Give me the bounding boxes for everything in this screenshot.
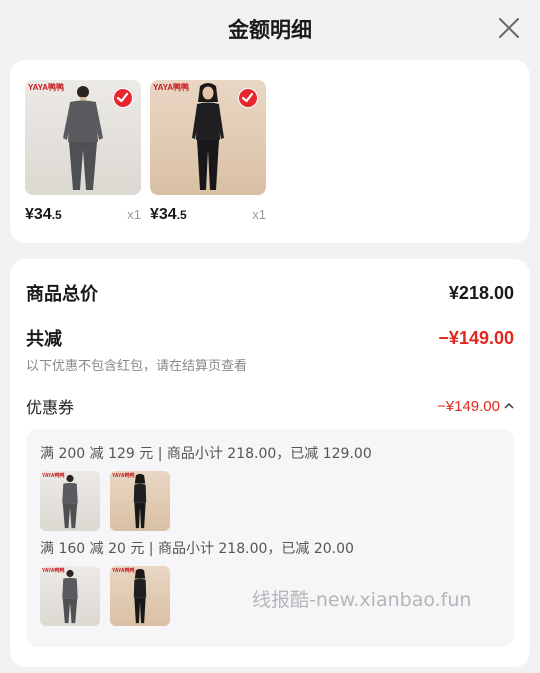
reduce-value: −¥149.00 [438, 327, 514, 348]
page-title: 金额明细 [228, 18, 312, 42]
total-label: 商品总价 [26, 284, 98, 305]
product-quantity: x1 [127, 207, 141, 222]
products-card: YAYA鸭鸭 ¥34.5 x1 YAYA鸭鸭 ¥34.5 x1 [10, 60, 530, 243]
total-row: 商品总价 ¥218.00 [26, 280, 514, 306]
reduce-row: 共减 −¥149.00 [26, 325, 514, 351]
coupon-detail-box: 满 200 减 129 元 | 商品小计 218.00，已减 129.00 YA… [26, 429, 514, 647]
coupon-label: 优惠券 [26, 398, 75, 417]
product-price: ¥34.5 [25, 206, 62, 223]
reduce-label: 共减 [26, 329, 62, 350]
coupon-product-thumb: YAYA鸭鸭 [40, 471, 100, 531]
product-price: ¥34.5 [150, 206, 187, 223]
woman-figure-icon [133, 473, 147, 529]
coupon-row[interactable]: 优惠券 −¥149.00 [26, 394, 514, 418]
watermark: 线报酷-new.xianbao.fun [252, 589, 472, 611]
close-icon[interactable] [498, 17, 520, 39]
product-image[interactable]: YAYA鸭鸭 [25, 80, 141, 195]
product-quantity: x1 [252, 207, 266, 222]
selected-check-icon[interactable] [113, 88, 133, 108]
product-image[interactable]: YAYA鸭鸭 [150, 80, 266, 195]
header: 金额明细 [0, 0, 540, 58]
total-value: ¥218.00 [448, 282, 514, 303]
discount-note: 以下优惠不包含红包，请在结算页查看 [26, 359, 248, 374]
chevron-up-icon[interactable] [504, 402, 514, 410]
product-item[interactable]: YAYA鸭鸭 ¥34.5 x1 [25, 80, 141, 224]
man-figure-icon [62, 474, 78, 529]
coupon-rule: 满 200 减 129 元 | 商品小计 218.00，已减 129.00 [40, 446, 372, 462]
coupon-product-thumb: YAYA鸭鸭 [110, 566, 170, 626]
coupon-rule: 满 160 减 20 元 | 商品小计 218.00，已减 20.00 [40, 541, 354, 557]
selected-check-icon[interactable] [238, 88, 258, 108]
summary-card: 商品总价 ¥218.00 共减 −¥149.00 以下优惠不包含红包，请在结算页… [10, 259, 530, 667]
woman-figure-icon [133, 568, 147, 624]
coupon-value[interactable]: −¥149.00 [437, 398, 514, 415]
product-item[interactable]: YAYA鸭鸭 ¥34.5 x1 [150, 80, 266, 224]
man-figure-icon [62, 569, 78, 624]
coupon-product-thumb: YAYA鸭鸭 [110, 471, 170, 531]
coupon-product-thumb: YAYA鸭鸭 [40, 566, 100, 626]
